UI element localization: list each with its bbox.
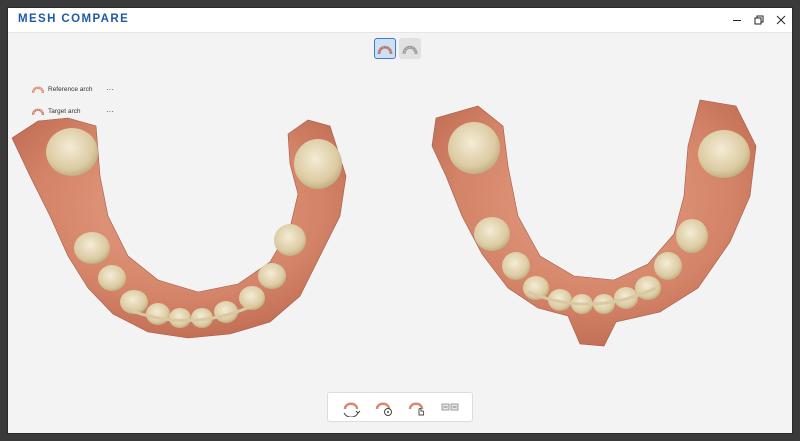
arch-hand-icon [408, 402, 424, 416]
minimize-button[interactable] [726, 8, 748, 32]
arch-target-icon [375, 402, 392, 416]
rotate-arch-icon [343, 402, 360, 417]
split-view-icon [441, 403, 458, 411]
arch-color-icon [377, 45, 393, 54]
window-controls [726, 8, 792, 32]
minimize-icon [733, 20, 741, 21]
colored-arch-view-button[interactable] [374, 38, 396, 59]
3d-viewport[interactable] [8, 66, 792, 386]
close-icon [776, 15, 786, 25]
restore-button[interactable] [748, 8, 770, 32]
view-toggle [374, 38, 421, 59]
gray-arch-view-button[interactable] [399, 38, 421, 59]
side-by-side-tool[interactable] [439, 396, 461, 418]
manual-select-tool[interactable] [406, 396, 428, 418]
restore-icon [754, 15, 764, 25]
title-bar[interactable]: MESH COMPARE [8, 8, 792, 33]
reference-arch-model[interactable] [11, 117, 347, 339]
align-arches-tool[interactable] [340, 396, 362, 418]
bottom-toolbar [327, 392, 473, 422]
target-arch-model[interactable] [431, 99, 757, 347]
arch-gray-icon [402, 45, 418, 54]
mesh-compare-window: MESH COMPARE Reference arch ··· Target a… [8, 8, 792, 433]
close-button[interactable] [770, 8, 792, 32]
point-align-tool[interactable] [373, 396, 395, 418]
app-title: MESH COMPARE [18, 13, 130, 25]
